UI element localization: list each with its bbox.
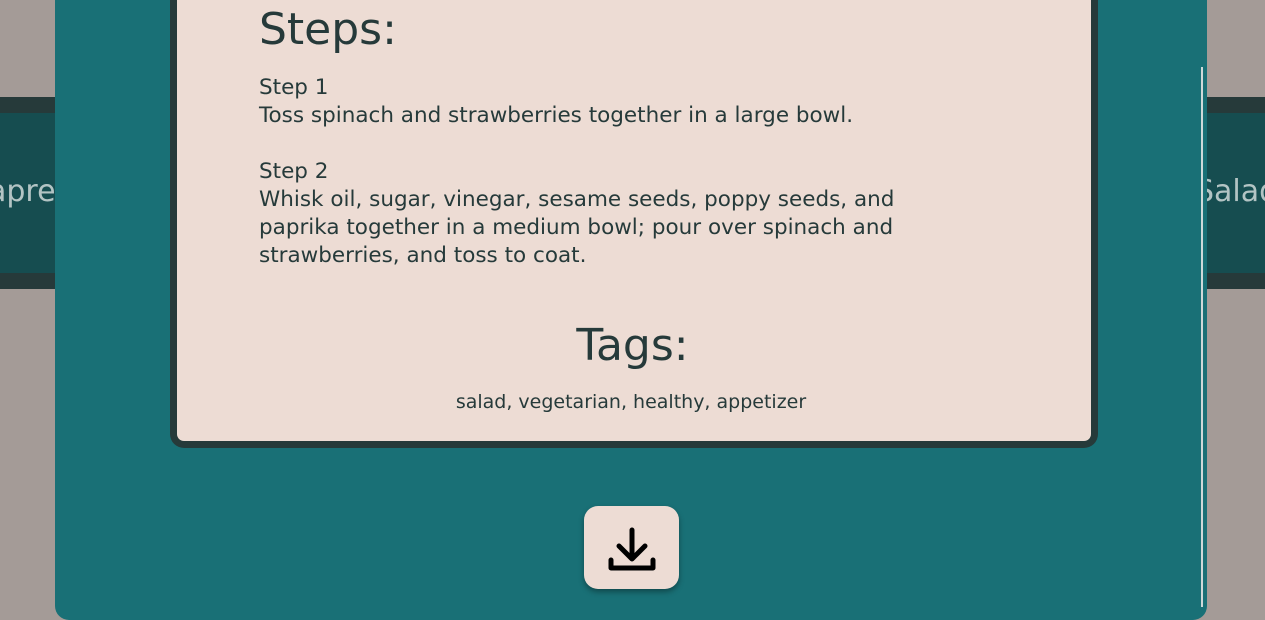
step-item: Step 2 Whisk oil, sugar, vinegar, sesame…	[259, 158, 979, 270]
step-label: Step 2	[259, 159, 329, 184]
download-button[interactable]	[584, 506, 679, 589]
step-text: Toss spinach and strawberries together i…	[259, 103, 854, 128]
download-icon	[608, 527, 655, 570]
step-label: Step 1	[259, 75, 329, 100]
tags-list: salad, vegetarian, healthy, appetizer	[455, 391, 807, 413]
steps-heading: Steps:	[259, 4, 397, 55]
tags-heading: Tags:	[576, 320, 689, 371]
step-item: Step 1 Toss spinach and strawberries tog…	[259, 74, 979, 130]
step-text: Whisk oil, sugar, vinegar, sesame seeds,…	[259, 187, 895, 268]
background-recipe-title-left[interactable]: apre	[0, 174, 56, 209]
